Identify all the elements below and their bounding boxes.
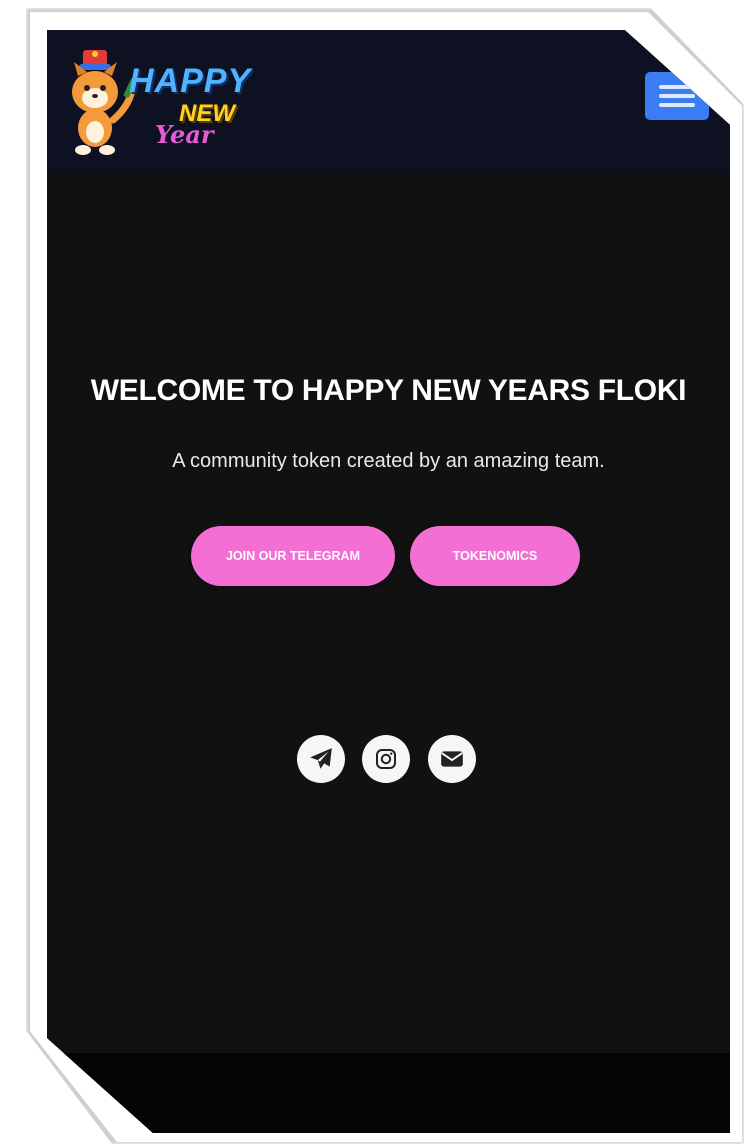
email-link[interactable]	[428, 735, 476, 783]
logo-text-happy: HAPPY	[129, 62, 252, 100]
hero-subtitle: A community token created by an amazing …	[172, 450, 605, 472]
mascot-icon	[72, 50, 137, 155]
tokenomics-button[interactable]: TOKENOMICS	[410, 526, 580, 586]
mail-icon	[441, 751, 463, 767]
phone-screen: HAPPY NEW Year WELCOME TO HAPPY NEW YEAR…	[47, 30, 730, 1133]
telegram-icon	[310, 748, 332, 769]
site-logo[interactable]: HAPPY NEW Year	[61, 48, 261, 158]
logo-text-year: Year	[155, 120, 214, 149]
hero-title: WELCOME TO HAPPY NEW YEARS FLOKI	[90, 374, 687, 407]
telegram-link[interactable]	[297, 735, 345, 783]
navbar: HAPPY NEW Year	[47, 30, 730, 174]
join-telegram-button[interactable]: JOIN OUR TELEGRAM	[191, 526, 395, 586]
footer-strip	[47, 1053, 730, 1133]
instagram-icon	[376, 749, 396, 769]
instagram-link[interactable]	[362, 735, 410, 783]
